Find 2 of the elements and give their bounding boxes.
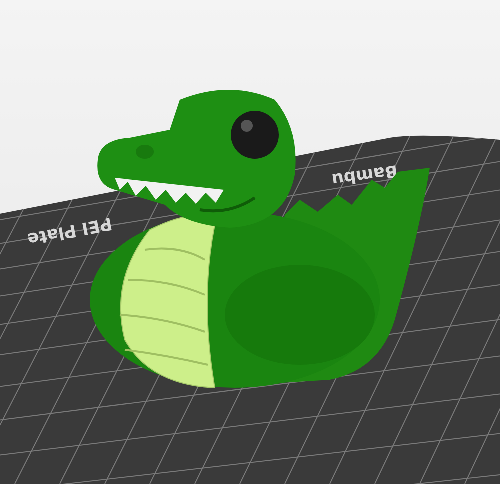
plate-label: PEI Plate (26, 213, 114, 250)
plate-label: Bambu (330, 160, 400, 190)
